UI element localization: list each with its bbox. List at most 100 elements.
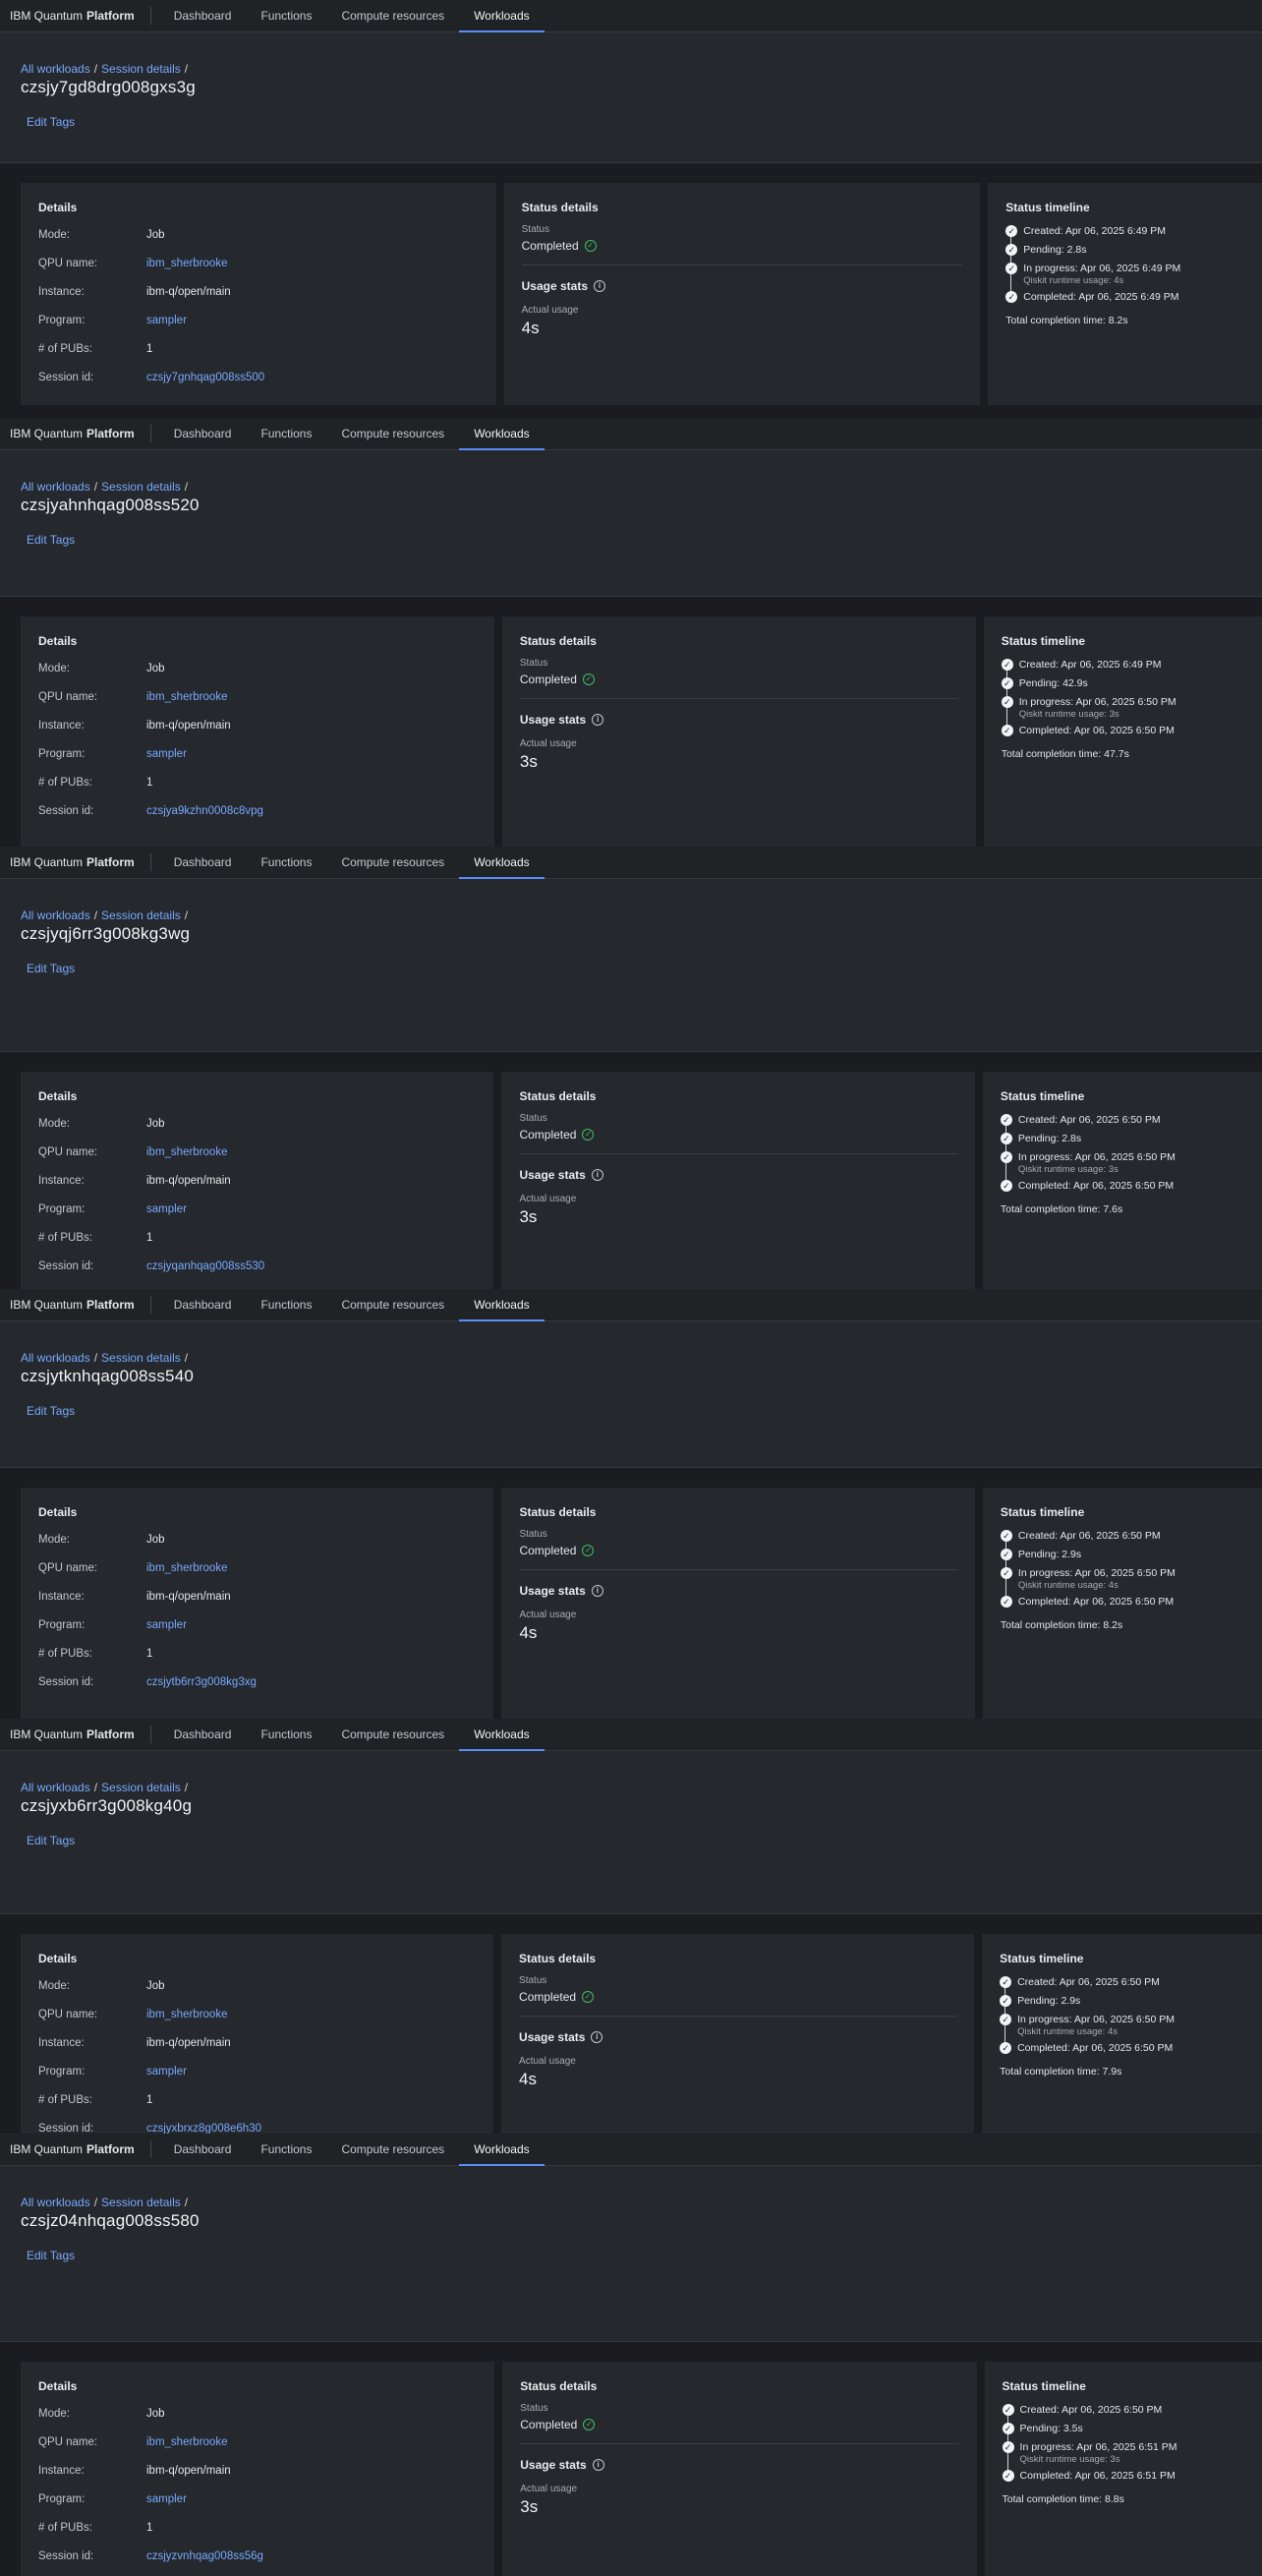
information-icon[interactable]: i <box>591 2031 603 2043</box>
nav-workloads[interactable]: Workloads <box>459 2134 545 2166</box>
qiskit-usage-value: 4s <box>1107 2026 1119 2037</box>
detail-label: # of PUBs: <box>38 777 92 789</box>
brand-logo[interactable]: IBM Quantum Platform <box>0 2134 150 2165</box>
timeline-item-in-progress: ✓ In progress: Apr 06, 2025 6:49 PM Qisk… <box>1005 263 1244 286</box>
session-id-link[interactable]: czsjyxbrxz8g008e6h30 <box>146 2123 261 2134</box>
qiskit-usage-label: Qiskit runtime usage: <box>1018 709 1110 720</box>
breadcrumb-separator: / <box>184 1351 189 1365</box>
detail-label: Instance: <box>38 1591 85 1603</box>
detail-row-mode: Mode: Job <box>38 1532 476 1548</box>
nav-compute-resources[interactable]: Compute resources <box>326 2134 459 2165</box>
breadcrumb-all-workloads[interactable]: All workloads <box>21 1781 90 1794</box>
cards-row: Details Mode: Job QPU name: ibm_sherbroo… <box>0 2342 1262 2576</box>
actual-usage-label: Actual usage <box>520 2484 578 2494</box>
status-timeline-title: Status timeline <box>1000 1505 1085 1519</box>
nav-dashboard[interactable]: Dashboard <box>159 1719 247 1750</box>
session-id-link[interactable]: czsjytb6rr3g008kg3xg <box>146 1676 257 1688</box>
timeline-text-group: In progress: Apr 06, 2025 6:50 PM Qiskit… <box>1019 696 1176 720</box>
session-id-link[interactable]: czsjyzvnhqag008ss56g <box>146 2550 263 2562</box>
edit-tags-button[interactable]: Edit Tags <box>27 1834 75 1847</box>
nav-functions[interactable]: Functions <box>246 2134 326 2165</box>
nav-compute-resources[interactable]: Compute resources <box>326 1719 459 1750</box>
qpu-link[interactable]: ibm_sherbrooke <box>146 258 227 269</box>
breadcrumb-session-details[interactable]: Session details <box>101 1351 181 1365</box>
program-link[interactable]: sampler <box>146 748 187 760</box>
nav-compute-resources[interactable]: Compute resources <box>326 1289 459 1320</box>
nav-functions[interactable]: Functions <box>246 1719 326 1750</box>
qpu-link[interactable]: ibm_sherbrooke <box>146 2436 227 2448</box>
workload-screen: IBM Quantum Platform Dashboard Functions … <box>0 847 1262 1289</box>
nav-dashboard[interactable]: Dashboard <box>159 0 247 31</box>
information-icon[interactable]: i <box>591 1169 603 1181</box>
nav-compute-resources[interactable]: Compute resources <box>326 418 459 449</box>
nav-workloads[interactable]: Workloads <box>459 418 545 450</box>
breadcrumb-session-details[interactable]: Session details <box>101 62 181 76</box>
breadcrumb-session-details[interactable]: Session details <box>101 2195 181 2209</box>
edit-tags-button[interactable]: Edit Tags <box>27 533 75 547</box>
breadcrumb-all-workloads[interactable]: All workloads <box>21 2195 90 2209</box>
qpu-link[interactable]: ibm_sherbrooke <box>146 2009 227 2020</box>
brand-logo[interactable]: IBM Quantum Platform <box>0 0 150 31</box>
nav-dashboard[interactable]: Dashboard <box>159 418 247 449</box>
session-id-link[interactable]: czsjy7gnhqag008ss500 <box>146 372 264 383</box>
qpu-link[interactable]: ibm_sherbrooke <box>146 691 227 703</box>
nav-workloads[interactable]: Workloads <box>459 1289 545 1321</box>
nav-functions[interactable]: Functions <box>246 847 326 878</box>
information-icon[interactable]: i <box>592 2459 604 2471</box>
nav-functions[interactable]: Functions <box>246 418 326 449</box>
detail-label: QPU name: <box>38 691 98 703</box>
program-link[interactable]: sampler <box>146 2493 187 2505</box>
usage-stats-heading: Usage stats i <box>520 713 958 727</box>
session-id-link[interactable]: czsjya9kzhn0008c8vpg <box>146 805 263 817</box>
edit-tags-button[interactable]: Edit Tags <box>27 2249 75 2262</box>
brand-logo[interactable]: IBM Quantum Platform <box>0 1289 150 1320</box>
qpu-link[interactable]: ibm_sherbrooke <box>146 1562 227 1574</box>
nav-dashboard[interactable]: Dashboard <box>159 1289 247 1320</box>
detail-label: Instance: <box>38 1175 85 1187</box>
usage-stats-heading: Usage stats i <box>520 2458 958 2472</box>
nav-divider <box>149 7 151 25</box>
status-label: Status <box>519 1529 547 1540</box>
nav-dashboard[interactable]: Dashboard <box>159 2134 247 2165</box>
qpu-link[interactable]: ibm_sherbrooke <box>146 1146 227 1158</box>
nav-dashboard[interactable]: Dashboard <box>159 847 247 878</box>
timeline-item-created: ✓ Created: Apr 06, 2025 6:50 PM <box>1000 1976 1244 1990</box>
detail-row-qpu: QPU name: ibm_sherbrooke <box>38 1144 476 1160</box>
information-icon[interactable]: i <box>591 1585 603 1597</box>
section-divider <box>520 2443 959 2444</box>
nav-functions[interactable]: Functions <box>246 1289 326 1320</box>
breadcrumb-session-details[interactable]: Session details <box>101 908 181 922</box>
breadcrumb-session-details[interactable]: Session details <box>101 480 181 494</box>
edit-tags-button[interactable]: Edit Tags <box>27 962 75 975</box>
information-icon[interactable]: i <box>594 280 606 292</box>
program-link[interactable]: sampler <box>146 315 187 326</box>
breadcrumb-session-details[interactable]: Session details <box>101 1781 181 1794</box>
nav-workloads[interactable]: Workloads <box>459 847 545 879</box>
brand-logo[interactable]: IBM Quantum Platform <box>0 418 150 449</box>
nav-functions[interactable]: Functions <box>246 0 326 31</box>
breadcrumb-all-workloads[interactable]: All workloads <box>21 1351 90 1365</box>
edit-tags-button[interactable]: Edit Tags <box>27 115 75 129</box>
edit-tags-button[interactable]: Edit Tags <box>27 1404 75 1418</box>
brand-logo[interactable]: IBM Quantum Platform <box>0 847 150 878</box>
nav-compute-resources[interactable]: Compute resources <box>326 847 459 878</box>
breadcrumb-all-workloads[interactable]: All workloads <box>21 480 90 494</box>
checkmark-filled-icon: ✓ <box>1000 1180 1012 1192</box>
detail-row-qpu: QPU name: ibm_sherbrooke <box>38 689 477 705</box>
breadcrumb-all-workloads[interactable]: All workloads <box>21 908 90 922</box>
program-link[interactable]: sampler <box>146 1203 187 1215</box>
nav-workloads[interactable]: Workloads <box>459 1719 545 1751</box>
session-id-link[interactable]: czsjyqanhqag008ss530 <box>146 1260 264 1272</box>
program-link[interactable]: sampler <box>146 1619 187 1631</box>
program-link[interactable]: sampler <box>146 2066 187 2078</box>
detail-label: Instance: <box>38 2037 85 2049</box>
brand-logo[interactable]: IBM Quantum Platform <box>0 1719 150 1750</box>
nav-workloads[interactable]: Workloads <box>459 0 545 32</box>
breadcrumb-all-workloads[interactable]: All workloads <box>21 62 90 76</box>
total-completion-time: Total completion time: 8.8s <box>1002 2493 1124 2505</box>
breadcrumb-separator: / <box>184 62 189 76</box>
nav-divider <box>149 2140 151 2158</box>
qiskit-usage-label: Qiskit runtime usage: <box>1017 1164 1109 1175</box>
nav-compute-resources[interactable]: Compute resources <box>326 0 459 31</box>
information-icon[interactable]: i <box>592 714 604 726</box>
